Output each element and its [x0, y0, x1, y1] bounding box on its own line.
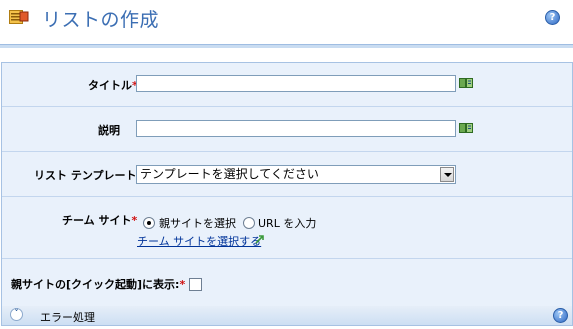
quick-launch-label: 親サイトの[クイック起動]に表示:*	[11, 278, 186, 291]
radio-enter-url[interactable]	[243, 217, 255, 229]
template-label: リスト テンプレート*	[34, 169, 142, 182]
template-row: リスト テンプレート* テンプレートを選択してください	[2, 151, 572, 197]
arrow-icon	[255, 235, 264, 244]
chevron-down-icon[interactable]	[440, 167, 454, 182]
quick-launch-row: 親サイトの[クイック起動]に表示:*	[2, 258, 572, 306]
chevron-down-icon[interactable]: ˅	[10, 308, 23, 321]
page-title: リストの作成	[42, 9, 160, 31]
team-site-row: チーム サイト* 親サイトを選択 URL を入力 チーム サイトを選択する	[2, 196, 572, 259]
template-select[interactable]: テンプレートを選択してください	[136, 165, 456, 184]
quick-launch-checkbox[interactable]	[189, 278, 202, 291]
title-row: タイトル*	[2, 63, 572, 107]
team-site-label: チーム サイト*	[62, 214, 138, 227]
radio-parent-site[interactable]	[143, 217, 155, 229]
radio-enter-url-label[interactable]: URL を入力	[258, 215, 316, 231]
header-divider	[0, 44, 573, 48]
page-header: リストの作成 ?	[0, 0, 573, 38]
help-icon[interactable]: ?	[553, 308, 568, 323]
address-book-icon[interactable]	[459, 77, 474, 89]
create-list-icon	[9, 10, 29, 24]
description-label: 説明	[98, 124, 120, 137]
title-input[interactable]	[136, 75, 456, 92]
error-handling-section[interactable]: ˅ エラー処理 ?	[1, 306, 573, 326]
radio-parent-site-label[interactable]: 親サイトを選択	[159, 215, 236, 231]
error-handling-label[interactable]: エラー処理	[40, 309, 95, 325]
title-label: タイトル*	[88, 79, 138, 92]
template-select-value: テンプレートを選択してください	[140, 167, 319, 181]
address-book-icon[interactable]	[459, 122, 474, 134]
description-row: 説明	[2, 106, 572, 152]
help-icon[interactable]: ?	[545, 10, 560, 25]
description-input[interactable]	[136, 120, 456, 137]
create-list-form: タイトル* 説明 リスト テンプレート* テンプレートを選択してください チーム…	[1, 62, 573, 308]
select-team-site-link[interactable]: チーム サイトを選択する	[137, 233, 261, 249]
